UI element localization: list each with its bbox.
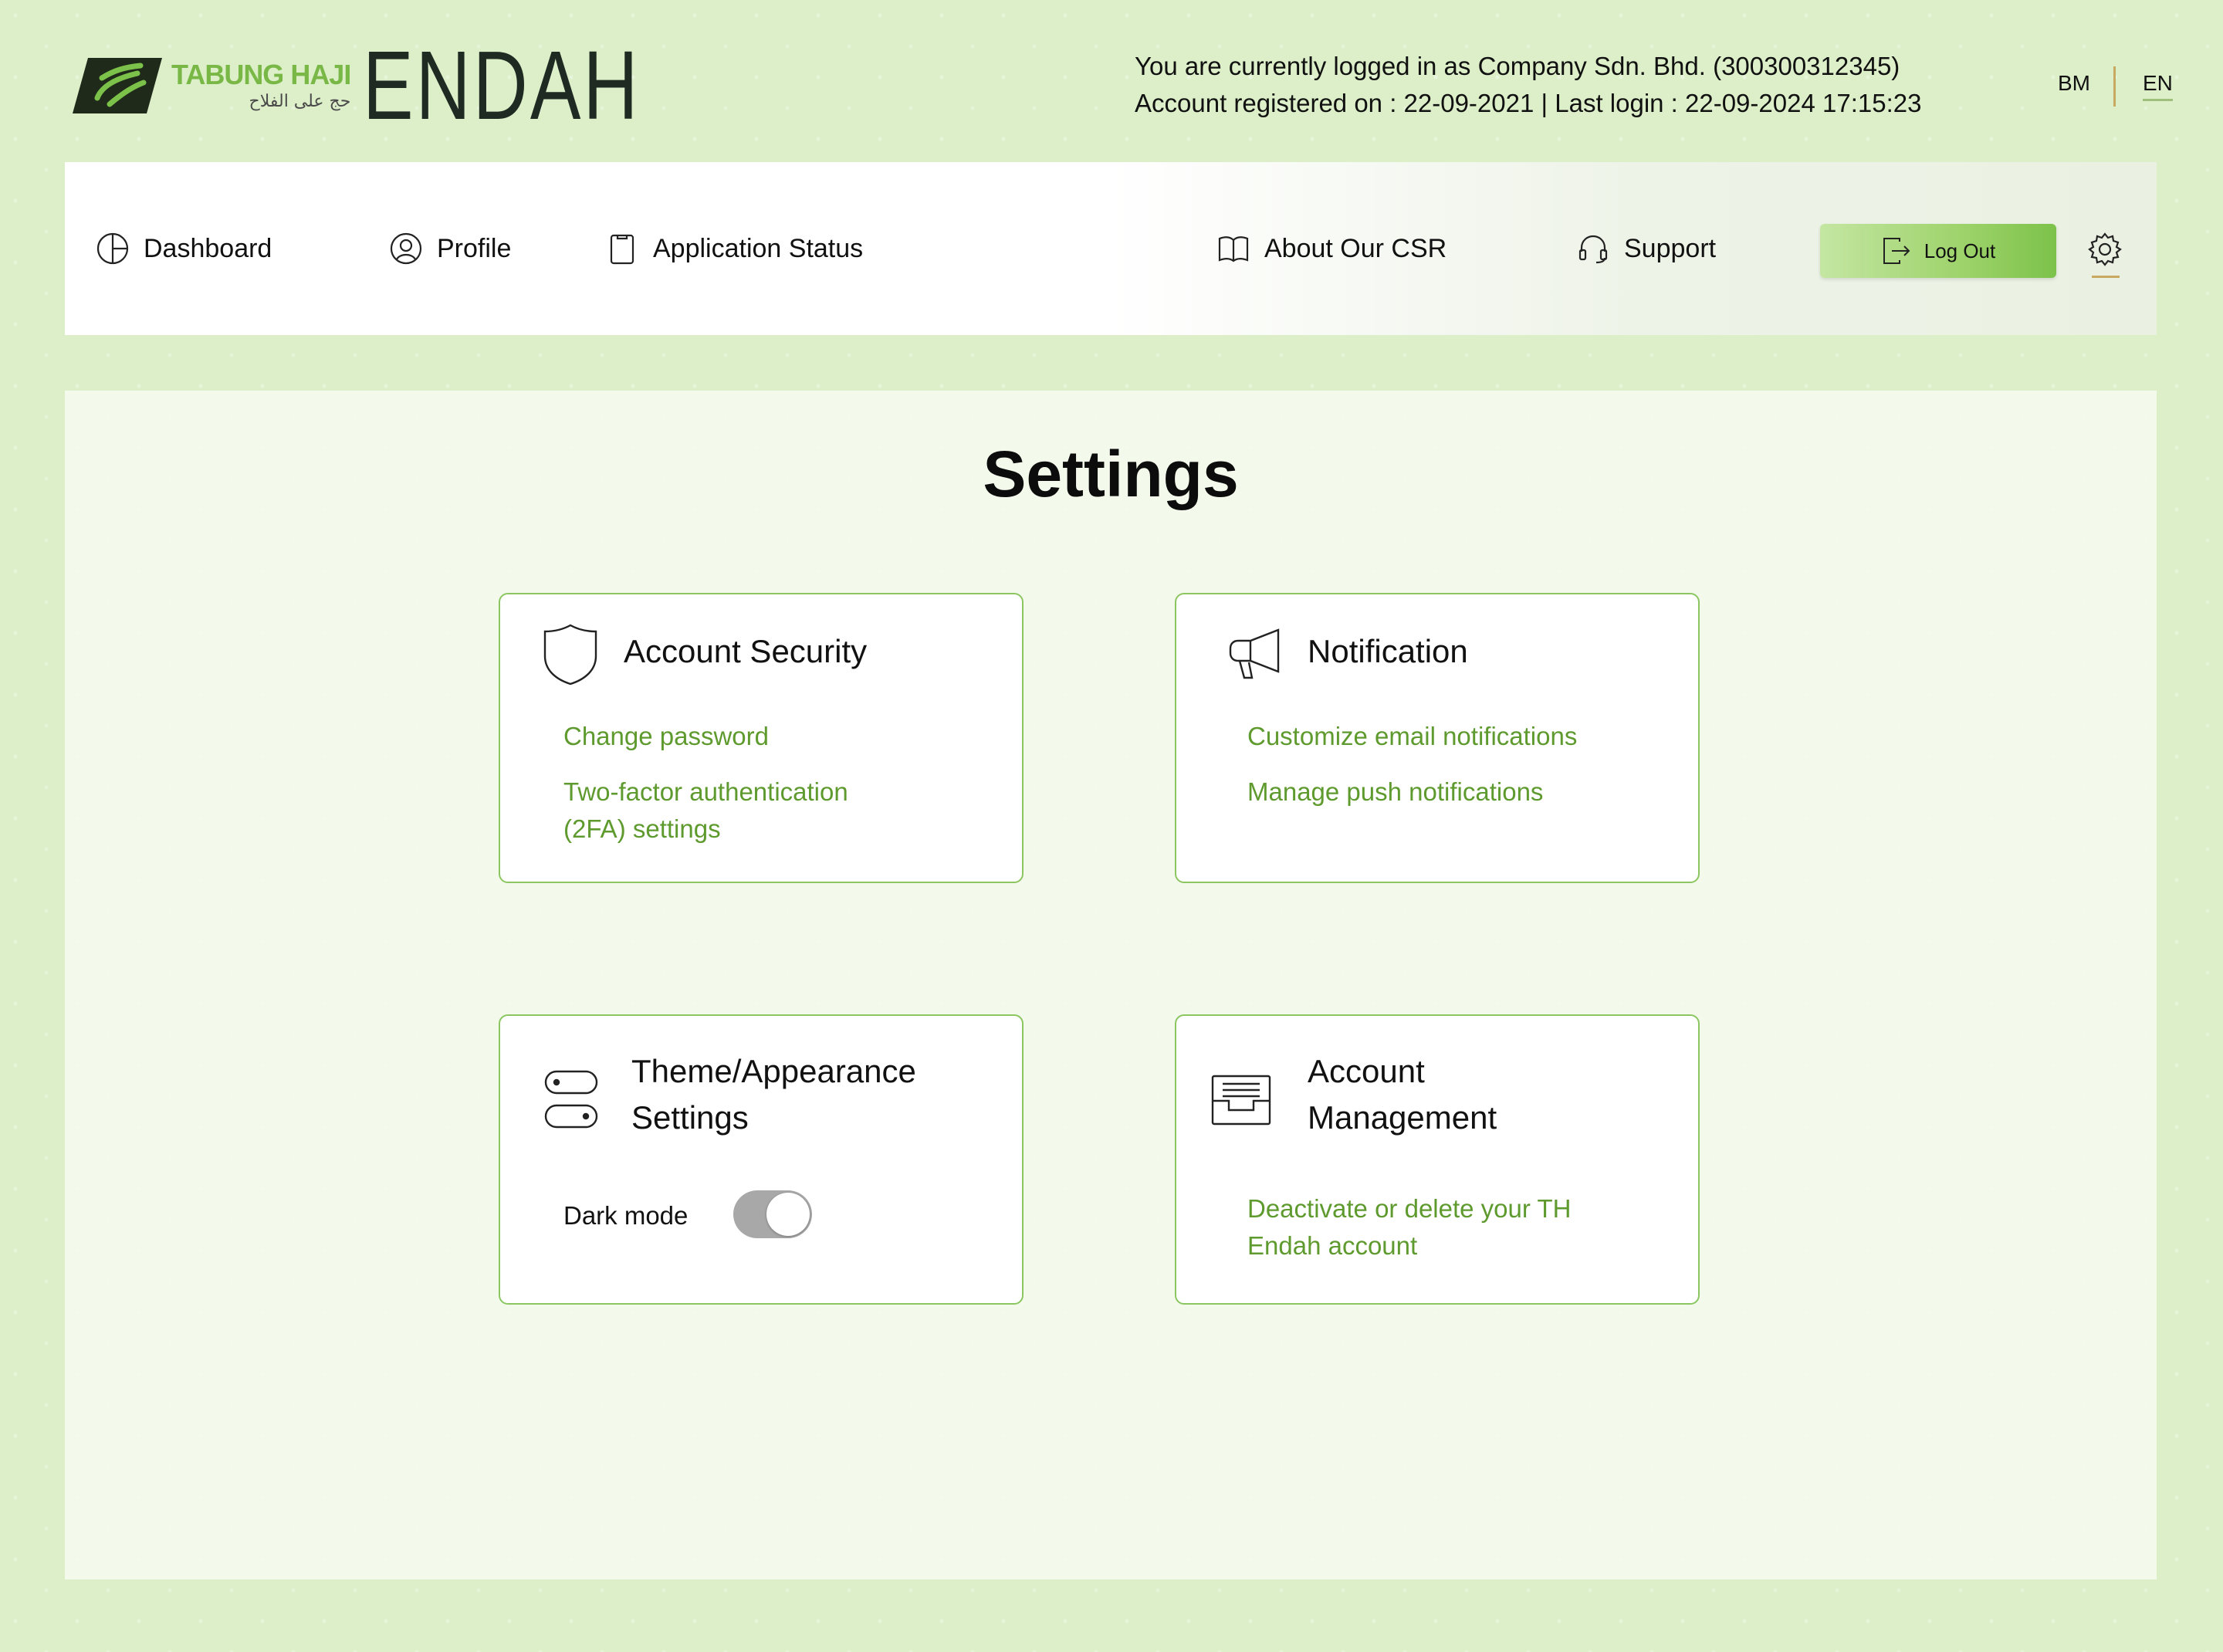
main-nav: Dashboard Profile Application Status Abo… [65,162,2157,335]
nav-profile-label: Profile [437,233,512,263]
account-security-card: Account Security Change password Two-fac… [499,593,1024,883]
gear-icon [2088,232,2122,266]
nav-support[interactable]: Support [1576,162,1716,335]
nav-about-csr-label: About Our CSR [1264,233,1447,263]
nav-about-csr[interactable]: About Our CSR [1216,162,1446,335]
clipboard-icon [610,234,634,265]
deactivate-delete-account-line2: Endah account [1247,1231,1418,1260]
logout-button[interactable]: Log Out [1820,224,2056,278]
nav-dashboard-label: Dashboard [144,233,272,263]
settings-panel: Settings Account Security Change passwor… [65,391,2157,1579]
account-management-title: Account Management [1308,1048,1497,1141]
logo-text: TABUNG HAJI حج على الفلاح [171,59,351,111]
nav-application-status[interactable]: Application Status [605,162,863,335]
lang-en-button[interactable]: EN [2143,71,2173,101]
nav-dashboard[interactable]: Dashboard [96,162,272,335]
theme-title: Theme/Appearance Settings [631,1048,916,1141]
notification-card: Notification Customize email notificatio… [1175,593,1700,883]
pie-chart-icon [96,232,129,265]
two-factor-auth-line1: Two-factor authentication [563,777,848,806]
tabung-haji-logo[interactable]: TABUNG HAJI حج على الفلاح [71,43,351,128]
headset-icon [1578,235,1608,264]
shield-icon [543,624,597,686]
page-title: Settings [983,438,1239,510]
nav-application-status-label: Application Status [653,233,864,263]
logout-label: Log Out [1924,239,1996,262]
dark-mode-toggle[interactable] [733,1190,812,1238]
tabung-haji-logo-icon [73,58,162,113]
theme-appearance-card: Theme/Appearance Settings Dark mode [499,1014,1024,1305]
logo-arabic-tagline: حج على الفلاح [249,92,351,111]
lang-bm-button[interactable]: BM [2058,71,2090,96]
nav-support-label: Support [1624,233,1717,263]
two-factor-auth-link[interactable]: Two-factor authentication (2FA) settings [563,774,848,848]
two-factor-auth-line2: (2FA) settings [563,814,721,843]
settings-gear-button[interactable] [2087,232,2127,278]
logo-brand: TABUNG HAJI [171,59,351,90]
change-password-link[interactable]: Change password [563,718,769,755]
deactivate-delete-account-line1: Deactivate or delete your TH [1247,1194,1572,1223]
deactivate-delete-account-link[interactable]: Deactivate or delete your TH Endah accou… [1247,1190,1571,1264]
inbox-tray-icon [1211,1075,1271,1126]
theme-title-line1: Theme/Appearance [631,1053,916,1089]
account-security-title: Account Security [624,633,868,669]
dark-mode-label: Dark mode [563,1201,689,1230]
account-management-title-line1: Account [1308,1053,1425,1089]
book-open-icon [1218,236,1249,262]
app-name: ENDAH [363,31,641,140]
login-info: You are currently logged in as Company S… [1135,48,1921,122]
lang-divider [2113,66,2116,107]
logout-icon [1883,238,1910,264]
nav-profile[interactable]: Profile [389,162,511,335]
login-dates-line: Account registered on : 22-09-2021 | Las… [1135,89,1922,117]
customize-email-notifications-link[interactable]: Customize email notifications [1247,718,1577,755]
user-circle-icon [390,232,422,265]
theme-title-line2: Settings [631,1099,749,1136]
account-management-card: Account Management Deactivate or delete … [1175,1014,1700,1305]
dark-mode-toggle-knob [766,1193,810,1236]
megaphone-icon [1229,628,1280,679]
header: TABUNG HAJI حج على الفلاح ENDAH You are … [0,0,2223,161]
toggles-icon [544,1070,598,1129]
gear-active-underline [2092,276,2120,278]
notification-title: Notification [1308,633,1468,669]
account-management-title-line2: Management [1308,1099,1497,1136]
login-user-line: You are currently logged in as Company S… [1135,52,1900,80]
manage-push-notifications-link[interactable]: Manage push notifications [1247,774,1543,811]
